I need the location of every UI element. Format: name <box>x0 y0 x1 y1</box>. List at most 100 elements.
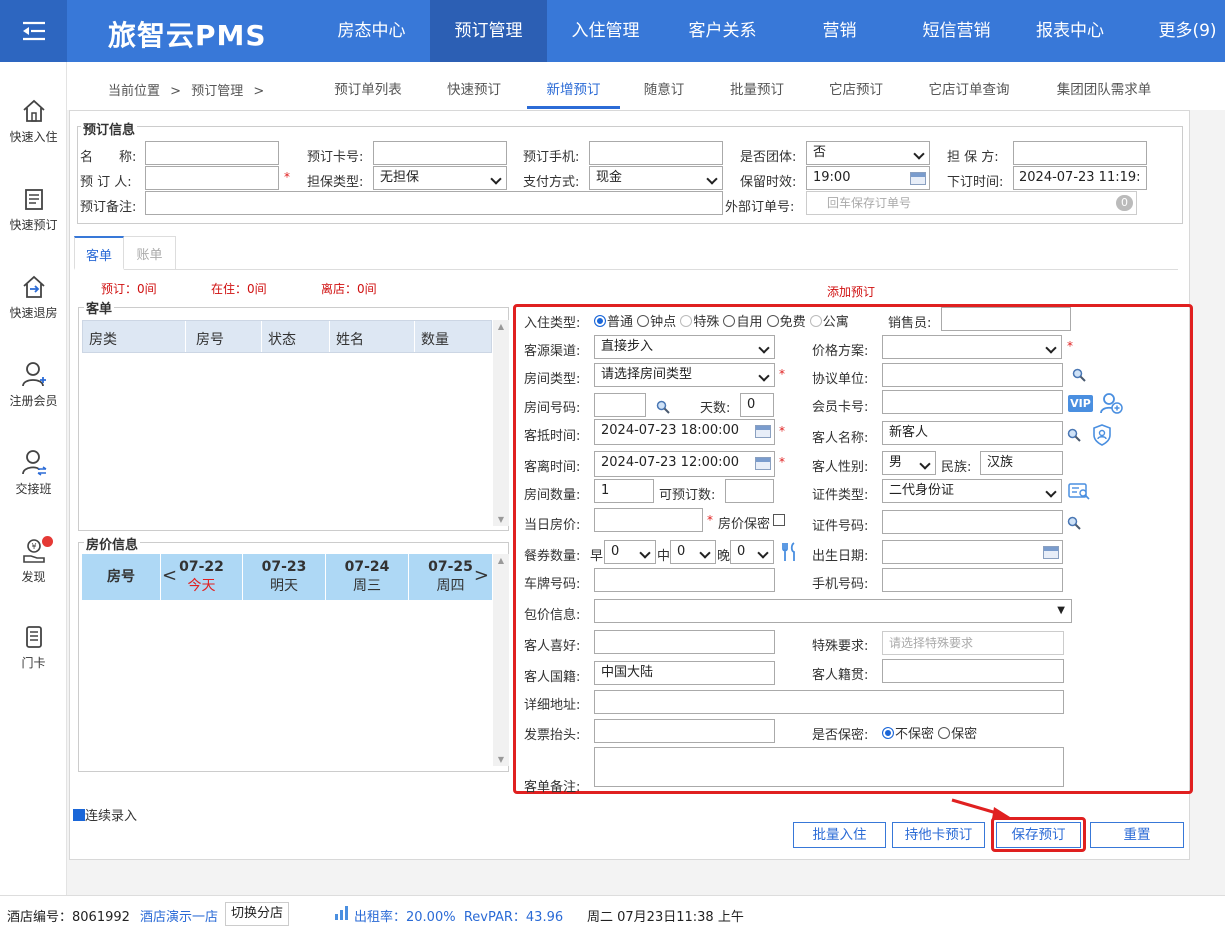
tab-bill[interactable]: 账单 <box>124 236 176 270</box>
breakfast-select[interactable]: 0 <box>604 540 656 564</box>
sales-input[interactable] <box>941 307 1071 331</box>
rate-info-scrollbar[interactable]: ▲ ▼ <box>493 554 509 766</box>
guest-list-scrollbar[interactable]: ▲ ▼ <box>493 320 509 526</box>
subtab-other-hotel-booking[interactable]: 它店预订 <box>816 78 896 98</box>
is-group-select[interactable]: 否 <box>806 141 930 165</box>
save-booking-button[interactable]: 保存预订 <box>996 822 1081 848</box>
available-input[interactable] <box>725 479 774 503</box>
search-icon[interactable] <box>1067 428 1081 442</box>
radio-apartment[interactable] <box>809 315 822 327</box>
price-secret-checkbox[interactable] <box>773 514 785 526</box>
vip-icon[interactable]: VIP <box>1068 395 1093 412</box>
radio-normal[interactable] <box>594 315 606 327</box>
cutlery-icon[interactable] <box>780 541 800 563</box>
channel-select[interactable]: 直接步入 <box>594 335 775 359</box>
subtab-batch-booking[interactable]: 批量预订 <box>717 78 797 98</box>
radio-special[interactable] <box>680 315 693 327</box>
room-no-input[interactable] <box>594 393 646 417</box>
add-member-icon[interactable] <box>1099 392 1123 414</box>
booking-remark-input[interactable] <box>145 191 723 215</box>
nationality-input[interactable]: 中国大陆 <box>594 661 775 685</box>
guarantor-input[interactable] <box>1013 141 1147 165</box>
guest-name-input[interactable]: 新客人 <box>882 421 1063 445</box>
batch-checkin-button[interactable]: 批量入住 <box>793 822 886 848</box>
prev-dates-button[interactable]: < <box>162 565 177 586</box>
sidebar-item-door-card[interactable]: 门卡 <box>0 624 67 671</box>
menu-toggle-icon[interactable] <box>0 0 67 62</box>
room-type-select[interactable]: 请选择房间类型 <box>594 363 775 387</box>
mobile-input[interactable] <box>882 568 1063 592</box>
subtab-quick-booking[interactable]: 快速预订 <box>434 78 514 98</box>
subtab-group-request[interactable]: 集团团队需求单 <box>1044 78 1164 98</box>
id-type-select[interactable]: 二代身份证 <box>882 479 1062 503</box>
nav-more[interactable]: 更多(9) <box>1150 0 1225 62</box>
search-icon[interactable] <box>1067 516 1081 530</box>
occupancy-stats[interactable]: 出租率：20.00% RevPAR：43.96 <box>354 906 563 925</box>
calendar-icon[interactable] <box>755 425 771 438</box>
package-select[interactable]: ▼ <box>594 599 1072 623</box>
birth-date-input[interactable] <box>882 540 1063 564</box>
id-scan-icon[interactable] <box>1068 482 1090 500</box>
calendar-icon[interactable] <box>755 457 771 470</box>
booking-phone-input[interactable] <box>589 141 723 165</box>
sidebar-item-discover[interactable]: ¥ 发现 <box>0 536 67 585</box>
days-input[interactable]: 0 <box>740 393 774 417</box>
booker-input[interactable] <box>145 166 279 190</box>
agreement-input[interactable] <box>882 363 1063 387</box>
calendar-icon[interactable] <box>1043 546 1059 559</box>
reset-button[interactable]: 重置 <box>1090 822 1184 848</box>
guest-remark-textarea[interactable] <box>594 747 1064 787</box>
next-dates-button[interactable]: > <box>474 565 489 586</box>
subtab-other-hotel-query[interactable]: 它店订单查询 <box>918 78 1020 98</box>
name-input[interactable] <box>145 141 279 165</box>
card-no-input[interactable] <box>373 141 507 165</box>
radio-free[interactable] <box>766 315 779 327</box>
radio-secret[interactable] <box>938 727 951 739</box>
search-icon[interactable] <box>1072 368 1086 382</box>
nav-room-status[interactable]: 房态中心 <box>313 0 430 62</box>
column-header[interactable]: 数量 <box>415 321 491 352</box>
lunch-select[interactable]: 0 <box>670 540 716 564</box>
shield-user-icon[interactable] <box>1092 424 1112 446</box>
preference-input[interactable] <box>594 630 775 654</box>
radio-not-secret[interactable] <box>882 727 894 739</box>
column-header[interactable]: 房号 <box>186 321 262 352</box>
order-time-input[interactable]: 2024-07-23 11:19: <box>1013 166 1147 190</box>
special-request-input[interactable]: 请选择特殊要求 <box>882 631 1064 655</box>
hotel-name-link[interactable]: 酒店演示一店 <box>140 906 218 925</box>
sidebar-item-quick-checkin[interactable]: 快速入住 <box>0 98 67 145</box>
radio-self-use[interactable] <box>723 315 736 327</box>
nav-marketing[interactable]: 营销 <box>781 0 898 62</box>
arrive-time-input[interactable]: 2024-07-23 18:00:00 <box>594 419 775 445</box>
room-count-input[interactable]: 1 <box>594 479 654 503</box>
nav-reports[interactable]: 报表中心 <box>1015 0 1125 62</box>
subtab-free-booking[interactable]: 随意订 <box>632 78 696 98</box>
radio-hourly[interactable] <box>637 315 650 327</box>
invoice-title-input[interactable] <box>594 719 775 743</box>
hold-time-input[interactable]: 19:00 <box>806 166 930 190</box>
gender-select[interactable]: 男 <box>882 451 936 475</box>
calendar-icon[interactable] <box>910 172 926 185</box>
subtab-booking-list[interactable]: 预订单列表 <box>322 78 414 98</box>
search-icon[interactable] <box>656 400 670 414</box>
dinner-select[interactable]: 0 <box>730 540 774 564</box>
member-card-input[interactable] <box>882 390 1063 414</box>
tab-guest-list[interactable]: 客单 <box>74 236 124 270</box>
ethnic-input[interactable]: 汉族 <box>980 451 1063 475</box>
guarantee-type-select[interactable]: 无担保 <box>373 166 507 190</box>
sidebar-item-quick-checkout[interactable]: 快速退房 <box>0 274 67 321</box>
continuous-entry-checkbox[interactable] <box>73 809 85 821</box>
column-header[interactable]: 状态 <box>262 321 330 352</box>
depart-time-input[interactable]: 2024-07-23 12:00:00 <box>594 451 775 477</box>
day-price-input[interactable] <box>594 508 703 532</box>
plate-input[interactable] <box>594 568 775 592</box>
switch-hotel-button[interactable]: 切换分店 <box>225 902 290 926</box>
address-input[interactable] <box>594 690 1064 714</box>
nav-checkin[interactable]: 入住管理 <box>547 0 664 62</box>
column-header[interactable]: 姓名 <box>330 321 415 352</box>
sidebar-item-quick-booking[interactable]: 快速预订 <box>0 186 67 233</box>
nav-crm[interactable]: 客户关系 <box>664 0 781 62</box>
nav-booking[interactable]: 预订管理 <box>430 0 547 62</box>
price-plan-select[interactable] <box>882 335 1062 359</box>
ext-order-input[interactable]: 回车保存订单号 <box>806 191 1137 215</box>
